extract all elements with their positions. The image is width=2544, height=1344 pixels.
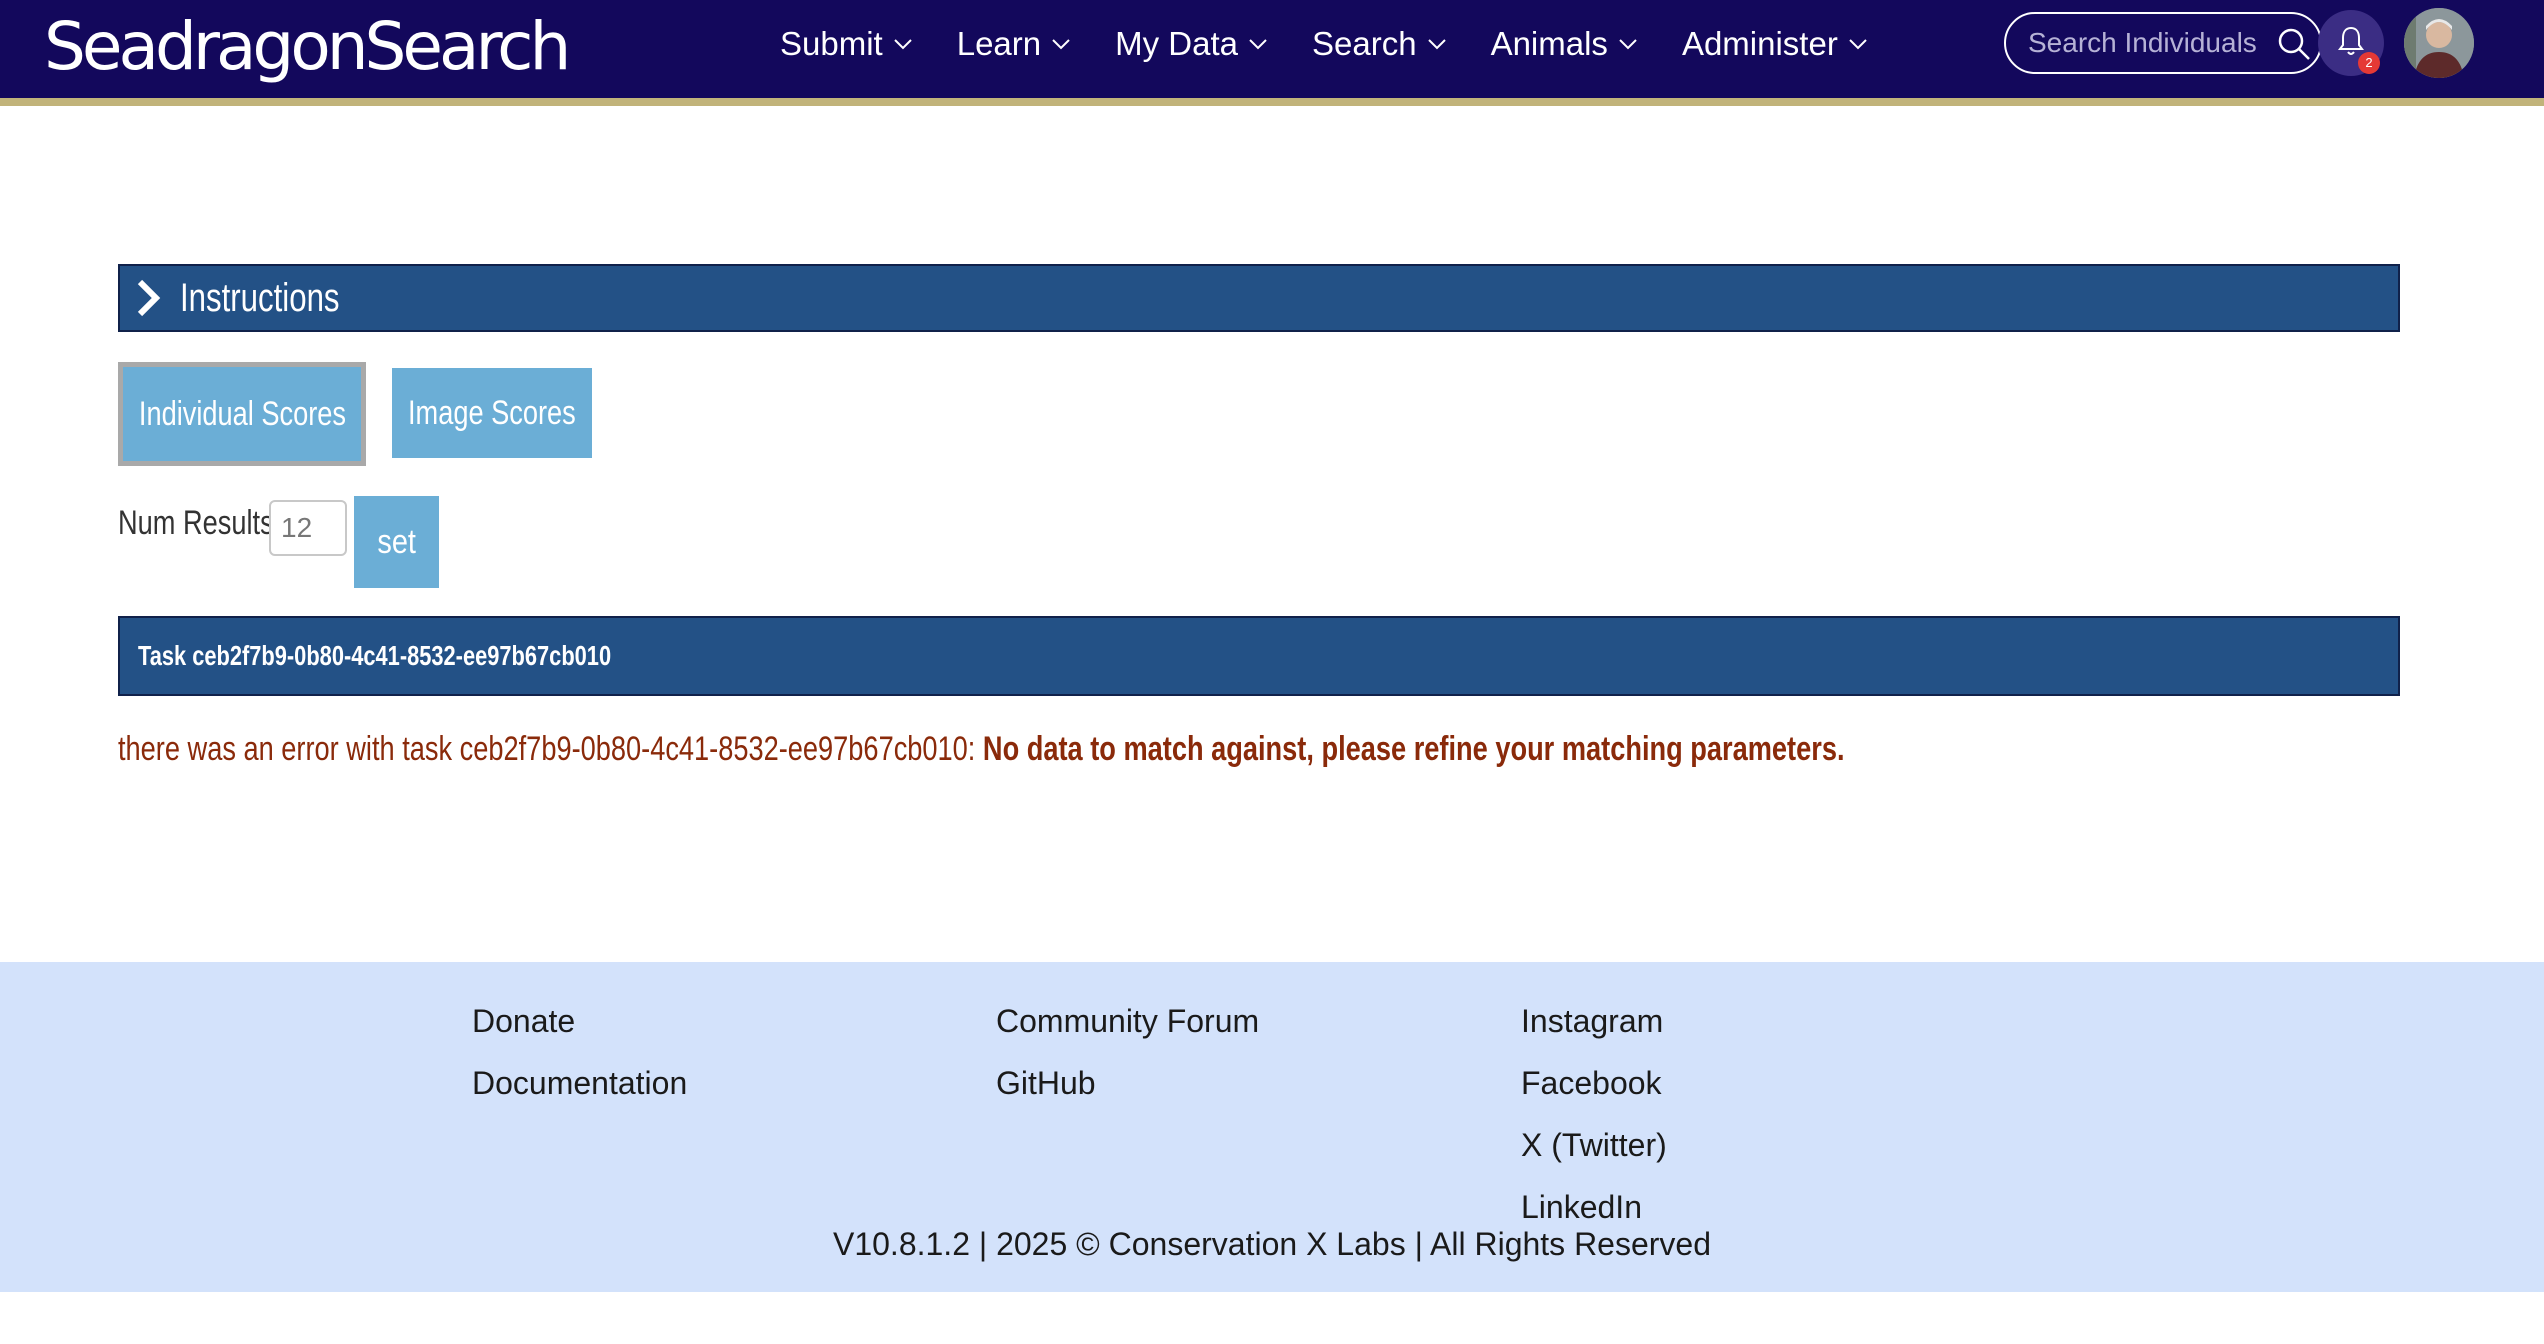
footer-link-facebook[interactable]: Facebook: [1521, 1052, 1667, 1114]
chevron-down-icon: [1618, 38, 1638, 50]
tab-individual-scores-label: Individual Scores: [138, 394, 346, 433]
tab-image-scores[interactable]: Image Scores: [392, 368, 592, 458]
set-button[interactable]: set: [354, 496, 439, 588]
nav-search[interactable]: Search: [1312, 0, 1447, 88]
user-avatar[interactable]: [2404, 8, 2474, 78]
footer-link-donate[interactable]: Donate: [472, 990, 687, 1052]
chevron-down-icon: [1051, 38, 1071, 50]
num-results-input[interactable]: [269, 500, 347, 556]
nav-submit[interactable]: Submit: [780, 0, 913, 88]
error-message-line: there was an error with task ceb2f7b9-0b…: [118, 730, 1845, 769]
search-icon[interactable]: [2276, 26, 2312, 67]
notifications-button[interactable]: 2: [2318, 10, 2384, 76]
tab-image-scores-label: Image Scores: [408, 393, 576, 432]
nav-administer[interactable]: Administer: [1682, 0, 1868, 88]
chevron-down-icon: [1427, 38, 1447, 50]
copyright-text: V10.8.1.2 | 2025 © Conservation X Labs |…: [832, 1226, 1712, 1262]
nav-learn[interactable]: Learn: [957, 0, 1071, 88]
num-results-label: Num Results:: [118, 504, 282, 542]
nav-my-data[interactable]: My Data: [1115, 0, 1268, 88]
instructions-title: Instructions: [180, 275, 340, 320]
individual-search-box: [2004, 12, 2322, 74]
footer-link-twitter[interactable]: X (Twitter): [1521, 1114, 1667, 1176]
error-prefix: there was an error with task ceb2f7b9-0b…: [118, 730, 976, 768]
task-title: Task ceb2f7b9-0b80-4c41-8532-ee97b67cb01…: [138, 640, 612, 671]
nav-animals[interactable]: Animals: [1491, 0, 1638, 88]
footer-link-community-forum[interactable]: Community Forum: [996, 990, 1259, 1052]
site-footer: Donate Documentation Community Forum Git…: [0, 962, 2544, 1292]
footer-link-instagram[interactable]: Instagram: [1521, 990, 1667, 1052]
site-logo[interactable]: SeadragonSearch: [44, 2, 571, 92]
error-detail: No data to match against, please refine …: [982, 730, 1845, 768]
nav-learn-label: Learn: [956, 25, 1042, 62]
nav-menu: Submit Learn My Data Search Animals Admi…: [780, 0, 1912, 88]
footer-column-3: Instagram Facebook X (Twitter) LinkedIn: [1521, 990, 1667, 1238]
nav-my-data-label: My Data: [1115, 25, 1238, 62]
footer-column-2: Community Forum GitHub: [996, 990, 1259, 1114]
individual-search-input[interactable]: [2026, 26, 2270, 60]
nav-submit-label: Submit: [780, 25, 883, 62]
chevron-down-icon: [1848, 38, 1868, 50]
chevron-down-icon: [893, 38, 913, 50]
task-header: Task ceb2f7b9-0b80-4c41-8532-ee97b67cb01…: [118, 616, 2400, 696]
nav-search-label: Search: [1312, 25, 1417, 62]
nav-animals-label: Animals: [1490, 25, 1608, 62]
footer-link-github[interactable]: GitHub: [996, 1052, 1259, 1114]
chevron-down-icon: [1248, 38, 1268, 50]
set-button-label: set: [377, 522, 416, 561]
tab-individual-scores[interactable]: Individual Scores: [118, 362, 366, 466]
instructions-toggle[interactable]: Instructions: [118, 264, 2400, 332]
footer-link-documentation[interactable]: Documentation: [472, 1052, 687, 1114]
notification-count-badge: 2: [2358, 52, 2380, 74]
nav-administer-label: Administer: [1681, 25, 1838, 62]
chevron-right-icon: [134, 278, 164, 318]
top-navbar: SeadragonSearch Submit Learn My Data Sea…: [0, 0, 2544, 106]
footer-column-1: Donate Documentation: [472, 990, 687, 1114]
